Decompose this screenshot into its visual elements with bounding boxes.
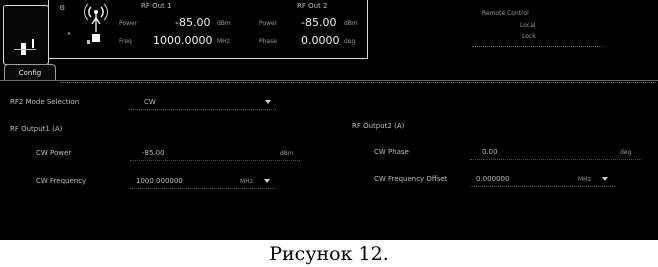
rf1-cw-power-input[interactable]: -85.00 dBm xyxy=(130,146,300,159)
remote-divider xyxy=(472,46,602,47)
antenna-icon xyxy=(84,3,108,44)
rf2-cw-frequency-offset-input[interactable]: 0.000000 xyxy=(470,172,570,185)
rf2-cw-frequency-offset-value: 0.000000 xyxy=(476,175,510,183)
tab-bar-dotline xyxy=(60,82,656,83)
rf2-phase-unit: deg xyxy=(344,38,356,45)
rf1-cw-frequency-value: 1000.000000 xyxy=(136,177,183,185)
rf2-offset-unit-dropdown[interactable]: MHz xyxy=(574,172,610,185)
rf2-power-label: Power xyxy=(259,20,278,27)
chevron-down-icon xyxy=(264,179,270,183)
home-icon-base xyxy=(14,49,36,50)
rf1-title: RF Out 1 xyxy=(141,2,172,10)
rf1-power-unit: dBm xyxy=(217,20,231,27)
rf1-cw-frequency-label: CW Frequency xyxy=(36,177,87,185)
rf1-freq-label: Freq xyxy=(119,38,132,45)
rf2-offset-field-line xyxy=(470,186,615,187)
mode-selection-dropdown[interactable]: CW xyxy=(128,95,276,108)
rf1-power-value: -85.00 xyxy=(175,16,211,29)
mode-field-line xyxy=(128,109,276,110)
home-button[interactable] xyxy=(3,5,49,65)
remote-line-1: Remote Control xyxy=(482,10,529,17)
settings-icon: ⚙ xyxy=(59,4,66,12)
rf2-power-unit: dBm xyxy=(344,20,358,27)
home-icon-tick xyxy=(32,39,34,48)
rf2-offset-unit: MHz xyxy=(578,176,591,183)
rf2-cw-phase-unit: deg xyxy=(620,149,632,156)
rf1-frequency-unit: MHz xyxy=(240,178,253,185)
chevron-down-icon xyxy=(602,177,608,181)
chevron-down-icon xyxy=(265,100,271,104)
lock-icon: • xyxy=(67,30,72,38)
rf1-cw-frequency-input[interactable]: 1000.000000 xyxy=(130,174,230,187)
rf1-cw-power-value: -85.00 xyxy=(142,149,165,157)
tab-config[interactable]: Config xyxy=(4,64,56,81)
rf1-frequency-unit-dropdown[interactable]: MHz xyxy=(236,174,272,187)
mode-selection-label: RF2 Mode Selection xyxy=(10,98,80,106)
figure-caption: Рисунок 12. xyxy=(0,240,658,267)
rf2-power-value: -85.00 xyxy=(301,16,337,29)
instrument-screen: ⚙ • RF Out 1 Power -85.00 dBm Freq 1000.… xyxy=(0,0,658,240)
rf1-cw-power-label: CW Power xyxy=(36,149,72,157)
rf2-phase-field-line xyxy=(470,159,642,160)
rf2-section-title: RF Output2 (A) xyxy=(352,122,405,130)
rf1-power-field-line xyxy=(130,160,300,161)
rf2-cw-phase-input[interactable]: 0.00 deg xyxy=(470,145,642,158)
remote-status-panel: Remote Control Local Lock xyxy=(372,0,656,64)
rf1-section-title: RF Output1 (A) xyxy=(10,125,63,133)
rf1-power-label: Power xyxy=(119,20,138,27)
mode-selection-value: CW xyxy=(144,98,156,106)
rf1-cw-power-unit: dBm xyxy=(280,150,294,157)
rf2-cw-phase-value: 0.00 xyxy=(482,148,498,156)
rf2-title: RF Out 2 xyxy=(297,2,328,10)
rf1-freq-unit: MHz xyxy=(217,38,230,45)
rf2-cw-frequency-offset-label: CW Frequency Offset xyxy=(374,175,448,183)
remote-line-2: Local xyxy=(520,22,536,29)
rf2-cw-phase-label: CW Phase xyxy=(374,148,409,156)
status-panel: ⚙ • RF Out 1 Power -85.00 dBm Freq 1000.… xyxy=(48,0,368,59)
rf1-freq-field-line xyxy=(130,188,275,189)
remote-line-3: Lock xyxy=(522,33,536,40)
rf1-freq-value: 1000.0000 xyxy=(153,34,213,47)
rf2-phase-label: Phase xyxy=(259,38,277,45)
rf2-phase-value: 0.0000 xyxy=(301,34,340,47)
tab-bar-line xyxy=(0,80,658,81)
